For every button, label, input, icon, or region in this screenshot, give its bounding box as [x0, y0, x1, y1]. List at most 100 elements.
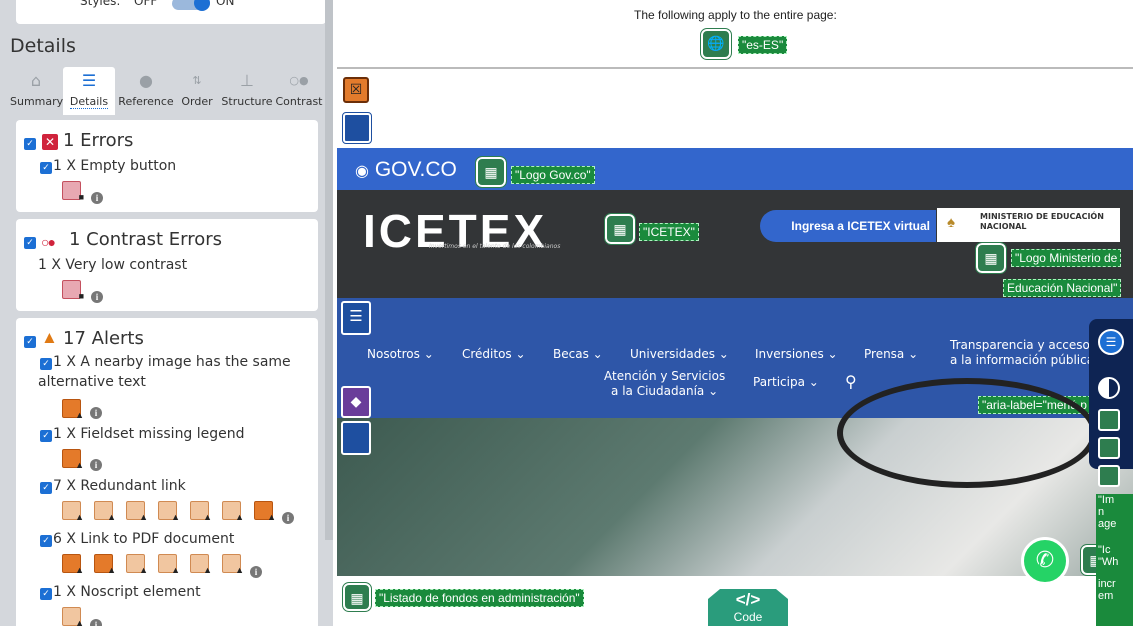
info-icon[interactable]: i	[90, 619, 102, 626]
info-icon[interactable]: i	[90, 407, 102, 419]
tab-order[interactable]: ⇅ Order	[177, 67, 217, 115]
icetex-label: "ICETEX"	[639, 223, 699, 241]
logo-ministerio-label: "Logo Ministerio de	[1011, 249, 1122, 267]
contrast-card: ✓ ○● 1 Contrast Errors 1 X Very low cont…	[16, 219, 318, 311]
tab-details[interactable]: ☰ Details	[63, 67, 115, 115]
info-icon[interactable]: i	[250, 566, 262, 578]
fieldset-icon[interactable]: ▲	[62, 449, 84, 470]
tab-reference[interactable]: ● Reference	[115, 67, 177, 115]
image-icon[interactable]: ▦	[342, 582, 372, 612]
site-header: ICETEX Invertimos en el talento de los c…	[337, 190, 1133, 298]
nav-inversiones[interactable]: Inversiones ⌄	[755, 347, 838, 361]
region-marker-icon[interactable]	[341, 421, 371, 455]
image-icon[interactable]: ▦	[604, 213, 636, 245]
ministerio-logo[interactable]: ♠ MINISTERIO DE EDUCACIÓN NACIONAL	[937, 208, 1120, 242]
empty-button-icon[interactable]: ■	[62, 181, 84, 202]
nav-transparencia[interactable]: Transparencia y acceso a la información p…	[950, 338, 1094, 368]
nav-participa[interactable]: Participa ⌄	[753, 375, 819, 389]
wave-sidebar: Styles: OFF ON Details ⌂ Summary ☰ Details…	[0, 0, 333, 626]
tab-contrast[interactable]: ○● Contrast	[275, 67, 323, 115]
list-icon: ☰	[81, 71, 97, 90]
region-marker-icon[interactable]	[342, 112, 372, 144]
contrast-checkbox[interactable]: ✓	[24, 237, 36, 249]
pdf-link-icon[interactable]: ▲	[94, 554, 116, 575]
alert-checkbox[interactable]: ✓	[40, 588, 52, 600]
pdf-link-icon[interactable]: ▲	[190, 554, 212, 575]
alerts-title: 17 Alerts	[63, 328, 144, 349]
alert-checkbox[interactable]: ✓	[40, 535, 52, 547]
tag-icon[interactable]: ◆	[341, 386, 371, 418]
code-button[interactable]: </> Code	[708, 589, 788, 626]
image-icon[interactable]: ▦	[975, 242, 1007, 274]
info-icon[interactable]: i	[91, 291, 103, 303]
structure-icon: ⊥	[240, 71, 254, 90]
language-icon[interactable]: 🌐	[700, 28, 732, 60]
nav-creditos[interactable]: Créditos ⌄	[462, 347, 526, 361]
image-icon[interactable]	[1098, 409, 1120, 431]
side-label: "Wh	[1098, 556, 1119, 568]
pdf-link-icon[interactable]: ▲	[158, 554, 180, 575]
image-icon[interactable]	[1098, 437, 1120, 459]
search-icon[interactable]: ⚲	[845, 372, 857, 391]
tab-structure[interactable]: ⊥ Structure	[219, 67, 275, 115]
noscript-icon[interactable]: ▲	[62, 607, 84, 626]
styles-off-label: OFF	[134, 0, 158, 8]
home-icon: ⌂	[30, 71, 42, 90]
side-label: em	[1098, 590, 1114, 602]
nav-prensa[interactable]: Prensa ⌄	[864, 347, 918, 361]
redundant-link-icon[interactable]: ▲	[254, 501, 276, 522]
alert-checkbox[interactable]: ✓	[40, 358, 52, 370]
image-icon[interactable]	[1098, 465, 1120, 487]
nav-becas[interactable]: Becas ⌄	[553, 347, 603, 361]
alert-label-cont: alternative text	[38, 374, 146, 390]
alert-checkbox[interactable]: ✓	[40, 430, 52, 442]
image-icon[interactable]: ▦	[475, 156, 507, 188]
info-icon[interactable]: i	[90, 459, 102, 471]
info-icon[interactable]: i	[91, 192, 103, 204]
alerts-checkbox[interactable]: ✓	[24, 336, 36, 348]
alert-label: 1 X A nearby image has the same	[53, 354, 291, 370]
hero-image	[337, 378, 1133, 576]
pdf-link-icon[interactable]: ▲	[126, 554, 148, 575]
redundant-link-icon[interactable]: ▲	[158, 501, 180, 522]
redundant-link-icon[interactable]: ▲	[62, 501, 84, 522]
redundant-link-icon[interactable]: ▲	[190, 501, 212, 522]
errors-card: ✓ ✕ 1 Errors ✓ 1 X Empty button ■ i	[16, 120, 318, 212]
contrast-icon[interactable]	[1098, 377, 1120, 399]
whatsapp-button[interactable]: ✆	[1021, 537, 1069, 585]
list-icon[interactable]: ☰	[1098, 329, 1124, 355]
glasses-shape	[837, 378, 1097, 488]
tab-summary[interactable]: ⌂ Summary	[10, 67, 63, 115]
divider	[337, 67, 1133, 69]
alert-checkbox[interactable]: ✓	[40, 482, 52, 494]
nav-nosotros[interactable]: Nosotros ⌄	[367, 347, 434, 361]
redundant-link-icon[interactable]: ▲	[126, 501, 148, 522]
pdf-link-icon[interactable]: ▲	[62, 554, 84, 575]
logo-ministerio-label-2: Educación Nacional"	[1003, 279, 1122, 297]
info-icon[interactable]: i	[282, 512, 294, 524]
error-icon: ✕	[42, 134, 58, 150]
nav-region-icon[interactable]: ☰	[341, 301, 371, 335]
very-low-contrast-label: 1 X Very low contrast	[38, 257, 188, 273]
icetex-tagline: Invertimos en el talento de los colombia…	[429, 243, 561, 250]
shield-icon: ♠	[947, 214, 955, 231]
alert-image-icon[interactable]: ▲	[62, 399, 84, 420]
styles-toggle[interactable]	[172, 0, 210, 11]
govco-logo[interactable]: ◉ GOV.CO	[355, 158, 457, 182]
alert-label: 1 X Noscript element	[53, 584, 201, 600]
redundant-link-icon[interactable]: ▲	[94, 501, 116, 522]
pdf-link-icon[interactable]: ▲	[222, 554, 244, 575]
panel-scrollbar[interactable]	[325, 0, 333, 540]
ingresa-button[interactable]: Ingresa a ICETEX virtual	[760, 210, 936, 242]
empty-button-checkbox[interactable]: ✓	[40, 162, 52, 174]
redundant-link-icon[interactable]: ▲	[222, 501, 244, 522]
nav-universidades[interactable]: Universidades ⌄	[630, 347, 729, 361]
page-preview: The following apply to the entire page: …	[337, 7, 1133, 626]
contrast-title: 1 Contrast Errors	[69, 229, 223, 250]
alert-label: 6 X Link to PDF document	[53, 531, 235, 547]
side-label: "Ic	[1098, 544, 1111, 556]
errors-checkbox[interactable]: ✓	[24, 138, 36, 150]
nav-atencion[interactable]: Atención y Servicios a la Ciudadanía ⌄	[604, 369, 725, 399]
empty-button-marker[interactable]: ☒	[343, 77, 369, 103]
contrast-error-icon[interactable]: ■	[62, 280, 84, 301]
